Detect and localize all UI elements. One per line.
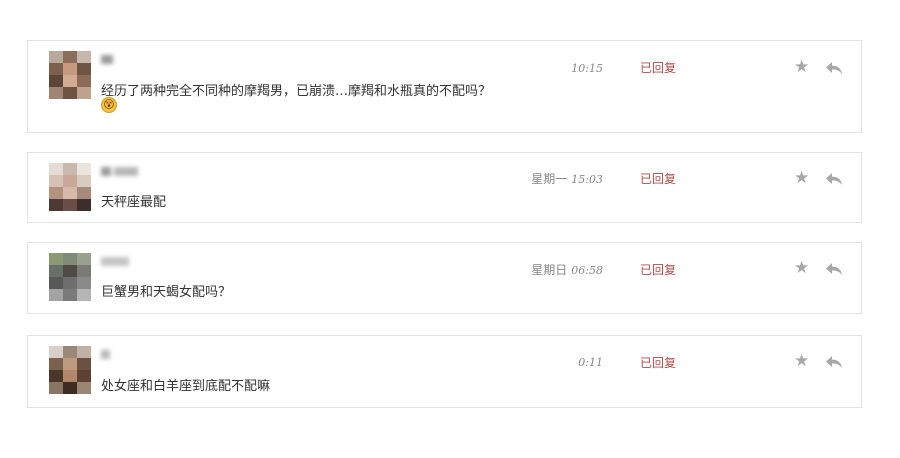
message-card[interactable]: 星期日 06:58 已回复 ★ 巨蟹男和天蝎女配吗？	[27, 242, 862, 314]
reply-status: 已回复	[640, 263, 677, 277]
message-card[interactable]: 0:11 已回复 ★ 处女座和白羊座到底配不配嘛	[27, 335, 862, 408]
message-text: 处女座和白羊座到底配不配嘛	[101, 379, 271, 394]
reply-icon[interactable]	[824, 354, 844, 374]
message-timestamp: 15:03	[571, 173, 603, 186]
reply-status: 已回复	[640, 356, 677, 370]
message-card[interactable]: 10:15 已回复 ★ 经历了两种完全不同种的摩羯男，已崩溃…摩羯和水瓶真的不配…	[27, 40, 862, 133]
reply-icon[interactable]	[824, 261, 844, 281]
reply-status: 已回复	[640, 61, 677, 75]
sender-name	[101, 53, 116, 65]
star-icon[interactable]: ★	[794, 260, 809, 277]
message-time: 10:15	[473, 61, 603, 75]
avatar[interactable]	[49, 346, 91, 394]
message-text: 天秤座最配	[101, 195, 167, 210]
message-day: 星期日	[531, 263, 568, 277]
avatar[interactable]	[49, 163, 91, 211]
message-timestamp: 06:58	[571, 264, 603, 277]
avatar[interactable]	[49, 253, 91, 301]
message-timestamp: 0:11	[578, 356, 603, 369]
reply-icon[interactable]	[824, 60, 844, 80]
reply-status: 已回复	[640, 172, 677, 186]
message-card[interactable]: 星期一 15:03 已回复 ★ 天秤座最配	[27, 152, 862, 223]
message-time: 星期日 06:58	[473, 261, 603, 278]
reply-icon[interactable]	[824, 171, 844, 191]
message-time: 星期一 15:03	[473, 170, 603, 187]
message-time: 0:11	[473, 355, 603, 369]
sender-name	[101, 348, 113, 360]
star-icon[interactable]: ★	[794, 59, 809, 76]
avatar[interactable]	[49, 51, 91, 99]
sender-name	[101, 255, 132, 267]
star-icon[interactable]: ★	[794, 170, 809, 187]
sender-name	[101, 165, 141, 177]
star-icon[interactable]: ★	[794, 353, 809, 370]
emoji-icon: 😵	[101, 97, 117, 113]
message-text: 巨蟹男和天蝎女配吗？	[101, 285, 232, 300]
message-text: 经历了两种完全不同种的摩羯男，已崩溃…摩羯和水瓶真的不配吗？	[101, 84, 492, 99]
message-day: 星期一	[531, 172, 568, 186]
message-timestamp: 10:15	[571, 62, 603, 75]
